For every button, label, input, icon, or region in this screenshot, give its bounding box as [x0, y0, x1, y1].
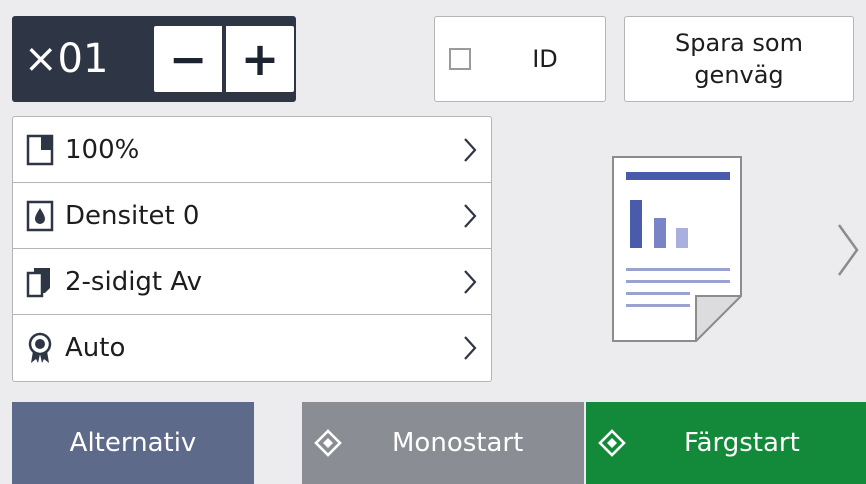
setting-quality-label: Auto: [65, 333, 126, 363]
mono-start-label: Monostart: [392, 428, 524, 458]
chevron-right-icon: [464, 204, 477, 228]
chevron-right-icon: [464, 138, 477, 162]
quality-ribbon-icon: [28, 332, 52, 363]
id-copy-label: ID: [532, 45, 558, 73]
mono-start-button[interactable]: Monostart: [302, 402, 584, 484]
options-button[interactable]: Alternativ: [12, 402, 254, 484]
setting-ratio-label: 100%: [65, 135, 140, 165]
setting-density-label: Densitet 0: [65, 201, 200, 231]
id-copy-checkbox[interactable]: [449, 48, 471, 70]
setting-ratio[interactable]: 100%: [13, 117, 491, 183]
copies-counter: ×01 − +: [12, 16, 296, 102]
next-page-arrow-icon[interactable]: [836, 222, 860, 278]
document-preview-icon: [612, 156, 742, 342]
bottom-action-bar: Alternativ Monostart Färgstart: [0, 399, 866, 484]
color-start-button[interactable]: Färgstart: [586, 402, 866, 484]
color-start-label: Färgstart: [684, 428, 800, 458]
save-shortcut-label-line1: Spara som: [675, 29, 803, 57]
settings-list: 100% Densitet 0 2-sidigt Av Auto: [12, 116, 492, 382]
start-diamond-icon: [598, 429, 626, 457]
start-diamond-icon: [314, 429, 342, 457]
save-shortcut-label-line2: genväg: [694, 61, 784, 89]
setting-quality[interactable]: Auto: [13, 315, 491, 381]
copies-count: ×01: [24, 36, 109, 82]
copy-screen: ×01 − + ID Spara som genväg 100% Densite…: [0, 0, 866, 484]
setting-two-sided[interactable]: 2-sidigt Av: [13, 249, 491, 315]
increase-copies-button[interactable]: +: [226, 26, 294, 92]
chevron-right-icon: [464, 270, 477, 294]
density-drop-icon: [26, 200, 54, 232]
id-copy-button[interactable]: ID: [434, 16, 606, 102]
options-label: Alternativ: [69, 428, 197, 458]
page-ratio-icon: [26, 134, 54, 166]
two-sided-icon: [26, 268, 50, 298]
chevron-right-icon: [464, 336, 477, 360]
decrease-copies-button[interactable]: −: [154, 26, 222, 92]
save-shortcut-button[interactable]: Spara som genväg: [624, 16, 854, 102]
setting-density[interactable]: Densitet 0: [13, 183, 491, 249]
setting-two-sided-label: 2-sidigt Av: [65, 267, 203, 297]
